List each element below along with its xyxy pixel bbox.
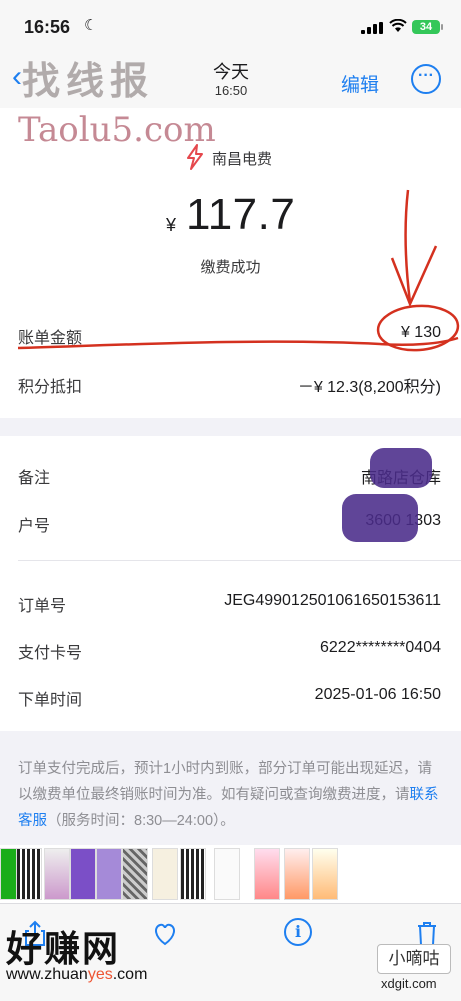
watermark-top: 找线报 [22,61,155,103]
watermark-right-url: xdgit.com [381,976,437,991]
watermark-bottom-url: www.zhuanyes.com [6,966,148,983]
watermark-right: 小嘀咕 [377,944,451,974]
watermark-url: Taolu5.com [18,110,216,150]
red-annotation [17,189,460,352]
watermark-bottom: 好赚网 [6,928,121,969]
